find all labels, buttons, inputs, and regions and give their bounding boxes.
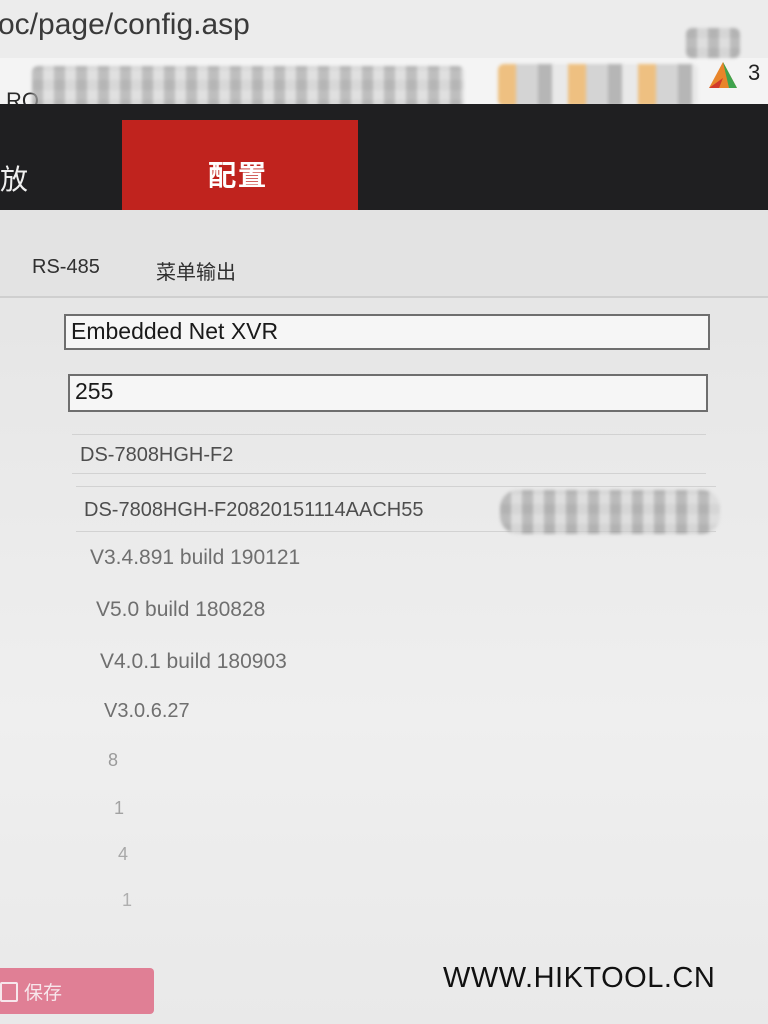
redacted-top-right bbox=[686, 28, 740, 58]
save-button-label: 保存 bbox=[24, 982, 63, 1004]
alarm-output-count-value: 1 bbox=[122, 890, 133, 910]
device-name-input[interactable]: Embedded Net XVR bbox=[64, 314, 710, 350]
firmware-version-value: V3.4.891 build 190121 bbox=[90, 546, 301, 569]
alarm-input-count-value: 4 bbox=[118, 844, 129, 864]
save-button[interactable]: 保存 bbox=[0, 968, 154, 1014]
bookmark-count: 3 bbox=[748, 60, 761, 85]
web-version-value: V4.0.1 build 180903 bbox=[100, 650, 287, 673]
sub-tab-menu-output[interactable]: 菜单输出 bbox=[156, 256, 236, 285]
browser-address-bar[interactable]: oc/page/config.asp bbox=[0, 0, 768, 58]
save-icon bbox=[0, 982, 18, 1002]
url-text: oc/page/config.asp bbox=[0, 8, 250, 41]
top-navigation: 放 配置 bbox=[0, 104, 768, 210]
device-number-input[interactable]: 255 bbox=[68, 374, 708, 412]
sub-tab-rs485[interactable]: RS-485 bbox=[32, 256, 100, 279]
model-value: DS-7808HGH-F2 bbox=[72, 434, 706, 474]
redacted-bookmarks-right bbox=[498, 64, 698, 106]
tab-playback[interactable]: 放 bbox=[0, 104, 122, 210]
redacted-serial-suffix bbox=[500, 490, 720, 534]
watermark-text: WWW.HIKTOOL.CN bbox=[443, 962, 716, 994]
tab-configuration[interactable]: 配置 bbox=[122, 120, 358, 210]
tab-configuration-label: 配置 bbox=[208, 159, 269, 192]
sub-tab-bar: RS-485 菜单输出 bbox=[0, 210, 768, 298]
app-shortcut-icon[interactable] bbox=[705, 58, 741, 92]
hdd-count-value: 1 bbox=[114, 798, 125, 818]
plugin-version-value: V3.0.6.27 bbox=[104, 700, 190, 722]
encoding-version-value: V5.0 build 180828 bbox=[96, 598, 266, 621]
tab-playback-label: 放 bbox=[0, 163, 29, 196]
channel-count-value: 8 bbox=[108, 750, 119, 770]
